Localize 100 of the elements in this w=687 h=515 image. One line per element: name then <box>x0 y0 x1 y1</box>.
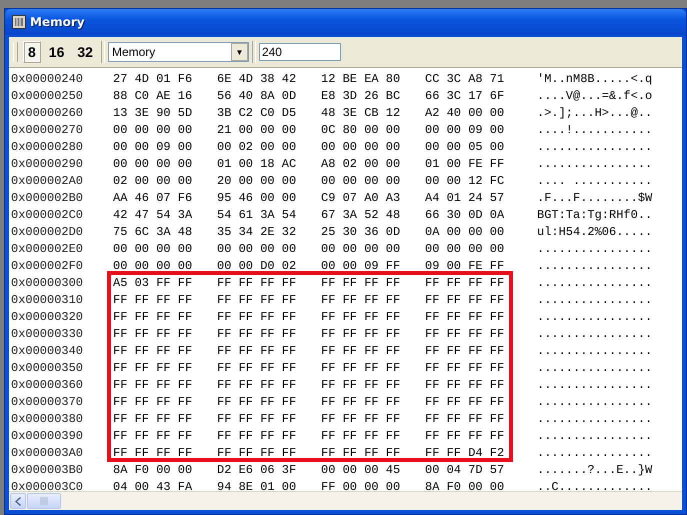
ascii-text: ................ <box>537 276 652 290</box>
hex-bytes: 20 00 00 00 <box>217 174 298 188</box>
scroll-thumb[interactable] <box>27 493 61 509</box>
width-button[interactable]: 32 <box>72 41 98 63</box>
hex-bytes: 00 00 12 FC <box>425 174 506 188</box>
address-label: 0x00000340 <box>10 344 84 358</box>
hex-bytes: 00 00 00 00 <box>113 258 194 272</box>
ascii-text: ................ <box>537 326 652 340</box>
hex-bytes: FF FF FF FF <box>113 394 194 408</box>
ascii-text: ................ <box>537 446 652 460</box>
hex-bytes: A8 02 00 00 <box>321 156 402 170</box>
horizontal-scrollbar[interactable] <box>9 491 682 510</box>
hex-bytes: 88 C0 AE 16 <box>113 88 194 102</box>
hex-bytes: 01 00 18 AC <box>217 156 298 170</box>
ascii-text: .>.];...H>...@.. <box>537 106 652 120</box>
hex-bytes: 00 00 00 00 <box>321 174 402 188</box>
hex-bytes: FF FF FF FF <box>217 428 298 442</box>
hex-bytes: FF FF FF FF <box>113 344 194 358</box>
hex-bytes: 48 3E CB 12 <box>321 106 402 120</box>
hex-bytes: FF FF FF FF <box>113 292 194 306</box>
ascii-text: BGT:Ta:Tg:RHf0.. <box>537 208 652 222</box>
hex-bytes: 0A 00 00 00 <box>425 224 506 238</box>
hex-bytes: 00 00 05 00 <box>425 140 506 154</box>
hex-bytes: 42 47 54 3A <box>113 208 194 222</box>
ascii-text: ................ <box>537 292 652 306</box>
hex-bytes: FF FF FF FF <box>217 344 298 358</box>
ascii-text: ................ <box>537 428 652 442</box>
address-label: 0x000002F0 <box>10 258 84 272</box>
hex-bytes: 0C 80 00 00 <box>321 122 402 136</box>
hex-bytes: FF FF FF FF <box>425 310 506 324</box>
ascii-text: ................ <box>537 412 652 426</box>
hex-bytes: E8 3D 26 BC <box>321 88 402 102</box>
ascii-text: .F...F........$W <box>537 190 652 204</box>
ascii-text: ....!........... <box>537 122 652 136</box>
address-label: 0x000002B0 <box>10 190 84 204</box>
hex-bytes: FF FF FF FF <box>217 360 298 374</box>
hex-bytes: FF FF FF FF <box>113 446 194 460</box>
hex-bytes: A4 01 24 57 <box>425 190 506 204</box>
hex-bytes: 3B C2 C0 D5 <box>217 106 298 120</box>
address-label: 0x00000360 <box>10 378 84 392</box>
window-title: Memory <box>30 15 85 29</box>
address-label: 0x00000290 <box>10 156 84 170</box>
address-label: 0x000002E0 <box>10 242 84 256</box>
address-label: 0x00000270 <box>10 122 84 136</box>
width-button[interactable]: 8 <box>23 41 41 63</box>
hex-bytes: 04 00 43 FA <box>113 480 194 491</box>
scroll-left-button[interactable] <box>10 493 26 509</box>
hex-bytes: FF FF FF FF <box>425 326 506 340</box>
address-label: 0x00000260 <box>10 106 84 120</box>
ascii-text: ................ <box>537 344 652 358</box>
hex-bytes: FF FF FF FF <box>321 360 402 374</box>
hex-bytes: FF FF FF FF <box>321 310 402 324</box>
hex-bytes: 12 BE EA 80 <box>321 72 402 86</box>
address-label: 0x00000370 <box>10 394 84 408</box>
hex-bytes: FF FF FF FF <box>217 394 298 408</box>
left-arrow-icon <box>14 496 22 506</box>
hex-bytes: CC 3C A8 71 <box>425 72 506 86</box>
width-button[interactable]: 16 <box>44 41 70 63</box>
address-label: 0x000002C0 <box>10 208 84 222</box>
hex-bytes: C9 07 A0 A3 <box>321 190 402 204</box>
hex-bytes: 00 00 00 00 <box>113 122 194 136</box>
ascii-text: ................ <box>537 140 652 154</box>
ascii-text: ................ <box>537 242 652 256</box>
address-label: 0x000003A0 <box>10 446 84 460</box>
hex-bytes: 95 46 00 00 <box>217 190 298 204</box>
hex-bytes: FF FF FF FF <box>321 292 402 306</box>
source-dropdown[interactable]: Memory ▼ <box>108 42 249 62</box>
address-label: 0x000003C0 <box>10 480 84 491</box>
hex-bytes: FF FF FF FF <box>113 326 194 340</box>
address-label: 0x00000380 <box>10 412 84 426</box>
hex-bytes: 00 00 D0 02 <box>217 258 298 272</box>
address-label: 0x00000320 <box>10 310 84 324</box>
hex-bytes: FF FF D4 F2 <box>425 446 506 460</box>
hex-bytes: 27 4D 01 F6 <box>113 72 194 86</box>
hex-bytes: FF FF FF FF <box>321 276 402 290</box>
hex-bytes: FF FF FF FF <box>321 446 402 460</box>
address-label: 0x00000350 <box>10 360 84 374</box>
hex-bytes: 00 04 7D 57 <box>425 462 506 476</box>
hex-bytes: FF FF FF FF <box>425 292 506 306</box>
hex-bytes: 66 30 0D 0A <box>425 208 506 222</box>
hex-bytes: 00 00 00 00 <box>113 156 194 170</box>
hex-bytes: D2 E6 06 3F <box>217 462 298 476</box>
hex-bytes: 21 00 00 00 <box>217 122 298 136</box>
hex-bytes: 00 00 00 00 <box>321 242 402 256</box>
hex-bytes: FF FF FF FF <box>113 310 194 324</box>
hex-bytes: 00 00 09 00 <box>425 122 506 136</box>
hex-bytes: FF FF FF FF <box>217 310 298 324</box>
hex-bytes: 75 6C 3A 48 <box>113 224 194 238</box>
hex-bytes: FF FF FF FF <box>321 326 402 340</box>
hex-bytes: FF FF FF FF <box>321 378 402 392</box>
hex-bytes: 00 00 00 45 <box>321 462 402 476</box>
address-label: 0x00000390 <box>10 428 84 442</box>
ascii-text: .......?...E..}W <box>537 462 652 476</box>
hex-bytes: 66 3C 17 6F <box>425 88 506 102</box>
hex-bytes: 00 00 09 FF <box>321 258 402 272</box>
hex-bytes: 35 34 2E 32 <box>217 224 298 238</box>
hex-bytes: FF FF FF FF <box>217 446 298 460</box>
ascii-text: ....V@...=&.f<.o <box>537 88 652 102</box>
address-label: 0x000003B0 <box>10 462 84 476</box>
address-field[interactable]: 240 <box>258 43 341 61</box>
